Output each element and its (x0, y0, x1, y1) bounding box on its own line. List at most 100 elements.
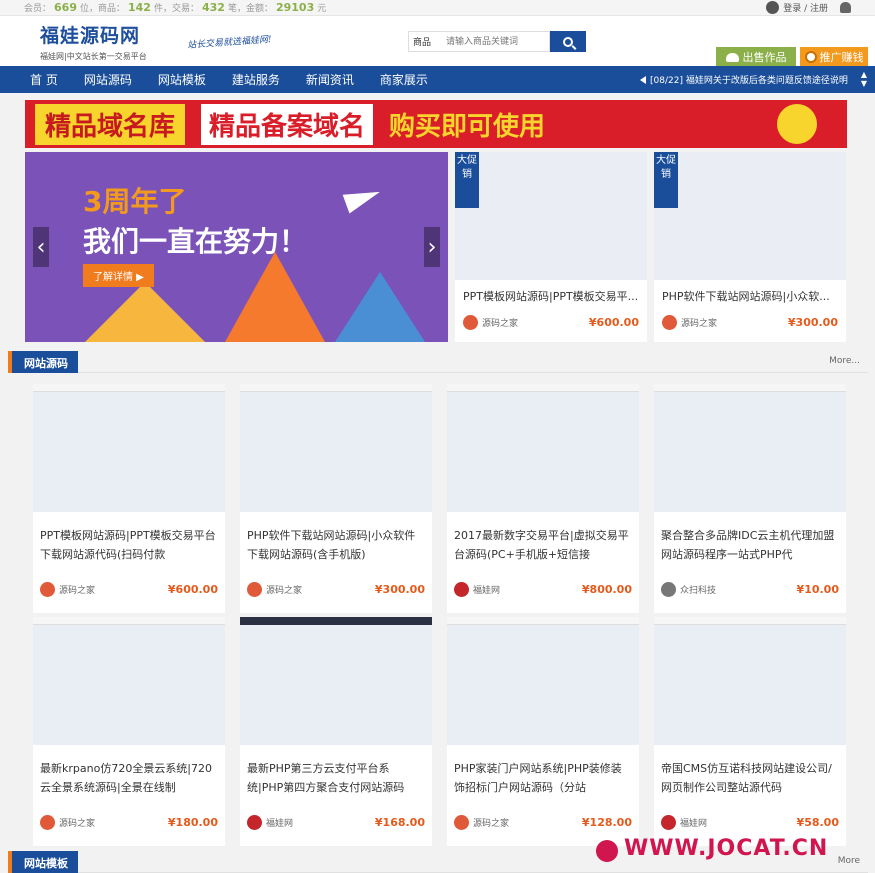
product-title[interactable]: PHP软件下载站网站源码|小众软件下载网站源码(含手机版) (240, 512, 432, 568)
seller-name[interactable]: 福娃网 (473, 583, 500, 596)
amount-unit: 元 (317, 4, 327, 14)
notice-text[interactable]: [08/22] 福娃网关于改版后各类问题反馈途径说明 (650, 73, 848, 86)
promo-tag: 大促销 (654, 152, 678, 208)
seller-name[interactable]: 源码之家 (266, 583, 302, 596)
product-title[interactable]: 2017最新数字交易平台|虚拟交易平台源码(PC+手机版+短信接 (447, 512, 639, 568)
product-meta: 众扫科技 ¥10.00 (654, 568, 846, 597)
section-title: 网站模板 (8, 851, 78, 873)
seller-avatar (40, 815, 55, 830)
search-input[interactable] (440, 31, 550, 52)
product-thumbnail[interactable] (654, 384, 846, 512)
nav-item-merchants[interactable]: 商家展示 (380, 71, 428, 88)
product-price: ¥300.00 (787, 316, 838, 329)
money-bag-icon (777, 104, 817, 144)
seller-name[interactable]: 源码之家 (59, 816, 95, 829)
product-meta: 福娃网 ¥58.00 (654, 801, 846, 830)
product-title[interactable]: 聚合整合多品牌IDC云主机代理加盟网站源码程序一站式PHP代 (654, 512, 846, 568)
section-header-source-code: 网站源码 More... (8, 351, 868, 373)
featured-card[interactable]: 大促销 PHP软件下载站网站源码|小众软... 源码之家 ¥300.00 (654, 152, 846, 342)
product-thumbnail[interactable] (240, 384, 432, 512)
product-thumbnail[interactable] (33, 617, 225, 745)
product-thumbnail[interactable]: 大促销 (654, 152, 846, 280)
seller-name[interactable]: 福娃网 (680, 816, 707, 829)
watermark: WWW.JOCAT.CN (624, 836, 829, 861)
decor-triangle (85, 282, 205, 342)
top-stats-bar: 会员： 669 位，商品： 142 件，交易： 432 笔，金额： 29103 … (0, 0, 875, 16)
more-link[interactable]: More (838, 856, 860, 866)
product-title[interactable]: PHP软件下载站网站源码|小众软... (654, 280, 846, 304)
product-card[interactable]: 帝国CMS仿互诺科技网站建设公司/网页制作公司整站源代码 福娃网 ¥58.00 (654, 617, 846, 846)
banner-text-3: 购买即可使用 (389, 111, 546, 142)
product-card[interactable]: 聚合整合多品牌IDC云主机代理加盟网站源码程序一站式PHP代 众扫科技 ¥10.… (654, 384, 846, 613)
featured-card[interactable]: 大促销 PPT模板网站源码|PPT模板交易平... 源码之家 ¥600.00 (455, 152, 647, 342)
product-title[interactable]: PPT模板网站源码|PPT模板交易平... (455, 280, 647, 304)
login-link[interactable]: 登录 / 注册 (783, 1, 828, 14)
promote-earn-label: 推广赚钱 (819, 51, 864, 64)
product-thumbnail[interactable]: 大促销 (455, 152, 647, 280)
product-title[interactable]: PPT模板网站源码|PPT模板交易平台下载网站源代码(扫码付款 (33, 512, 225, 568)
seller-name[interactable]: 源码之家 (473, 816, 509, 829)
search-icon (563, 36, 573, 47)
product-title[interactable]: PHP家装门户网站系统|PHP装修装饰招标门户网站源码（分站 (447, 745, 639, 801)
search-button[interactable] (550, 31, 586, 52)
domain-banner[interactable]: 精品域名库 精品备案域名 购买即可使用 (25, 100, 847, 148)
seller-avatar (661, 815, 676, 830)
section-title: 网站源码 (8, 351, 78, 373)
trades-label: 件，交易： (153, 4, 199, 14)
notice-ticker[interactable]: [08/22] 福娃网关于改版后各类问题反馈途径说明 (640, 73, 848, 86)
product-card[interactable]: 2017最新数字交易平台|虚拟交易平台源码(PC+手机版+短信接 福娃网 ¥80… (447, 384, 639, 613)
slider-subheading: 我们一直在努力！ (83, 225, 308, 258)
nav-item-templates[interactable]: 网站模板 (158, 71, 206, 88)
learn-more-button[interactable]: 了解详情 ▶ (83, 264, 154, 287)
product-card[interactable]: 最新PHP第三方云支付平台系统|PHP第四方聚合支付网站源码 福娃网 ¥168.… (240, 617, 432, 846)
seller-name[interactable]: 源码之家 (59, 583, 95, 596)
seller-name[interactable]: 众扫科技 (680, 583, 716, 596)
nav-item-news[interactable]: 新闻资讯 (306, 71, 354, 88)
product-card[interactable]: 最新krpano仿720全景云系统|720云全景系统源码|全景在线制 源码之家 … (33, 617, 225, 846)
product-thumbnail[interactable] (447, 384, 639, 512)
hero-slider[interactable]: 3周年了 我们一直在努力！ 了解详情 ▶ ‹ › (25, 152, 448, 342)
seller-name[interactable]: 福娃网 (266, 816, 293, 829)
more-link[interactable]: More... (829, 356, 860, 366)
promote-earn-button[interactable]: 推广赚钱 (800, 47, 868, 67)
product-price: ¥800.00 (581, 583, 632, 596)
nav-item-source-code[interactable]: 网站源码 (84, 71, 132, 88)
banner-text-1: 精品域名库 (35, 103, 186, 145)
watermark-cat-icon (596, 840, 618, 862)
product-title[interactable]: 最新PHP第三方云支付平台系统|PHP第四方聚合支付网站源码 (240, 745, 432, 801)
nav-item-services[interactable]: 建站服务 (232, 71, 280, 88)
ticker-arrows[interactable]: ▲ ▼ (861, 70, 867, 88)
bell-icon[interactable] (840, 2, 851, 13)
nav-item-home[interactable]: 首 页 (30, 71, 58, 88)
main-nav: 首 页 网站源码 网站模板 建站服务 新闻资讯 商家展示 [08/22] 福娃网… (0, 66, 875, 93)
product-thumbnail[interactable] (33, 384, 225, 512)
product-title[interactable]: 帝国CMS仿互诺科技网站建设公司/网页制作公司整站源代码 (654, 745, 846, 801)
product-title[interactable]: 最新krpano仿720全景云系统|720云全景系统源码|全景在线制 (33, 745, 225, 801)
product-thumbnail[interactable] (654, 617, 846, 745)
product-price: ¥300.00 (374, 583, 425, 596)
product-price: ¥168.00 (374, 816, 425, 829)
product-thumbnail[interactable] (240, 617, 432, 745)
product-thumbnail[interactable] (447, 617, 639, 745)
logo[interactable]: 福娃源码网 福娃网|中文站长第一交易平台 (40, 21, 147, 62)
site-header: 福娃源码网 福娃网|中文站长第一交易平台 站长交易就选福娃网! 商品 出售作品 … (0, 16, 875, 67)
product-card[interactable]: PPT模板网站源码|PPT模板交易平台下载网站源代码(扫码付款 源码之家 ¥60… (33, 384, 225, 613)
product-card[interactable]: PHP家装门户网站系统|PHP装修装饰招标门户网站源码（分站 源码之家 ¥128… (447, 617, 639, 846)
seller-name[interactable]: 源码之家 (482, 316, 518, 329)
coin-icon (804, 51, 817, 63)
product-meta: 源码之家 ¥600.00 (33, 568, 225, 597)
search-type-select[interactable]: 商品 (408, 31, 440, 52)
seller-name[interactable]: 源码之家 (681, 316, 717, 329)
product-price: ¥180.00 (167, 816, 218, 829)
members-label: 会员： (24, 4, 52, 14)
product-meta: 福娃网 ¥168.00 (240, 801, 432, 830)
product-price: ¥600.00 (588, 316, 639, 329)
product-price: ¥10.00 (796, 583, 839, 596)
slider-prev-button[interactable]: ‹ (33, 227, 49, 267)
user-area: 登录 / 注册 (766, 1, 851, 14)
sell-work-button[interactable]: 出售作品 (716, 47, 796, 67)
product-card[interactable]: PHP软件下载站网站源码|小众软件下载网站源码(含手机版) 源码之家 ¥300.… (240, 384, 432, 613)
slider-next-button[interactable]: › (424, 227, 440, 267)
user-icon (766, 1, 780, 14)
trades-count: 432 (201, 1, 225, 14)
